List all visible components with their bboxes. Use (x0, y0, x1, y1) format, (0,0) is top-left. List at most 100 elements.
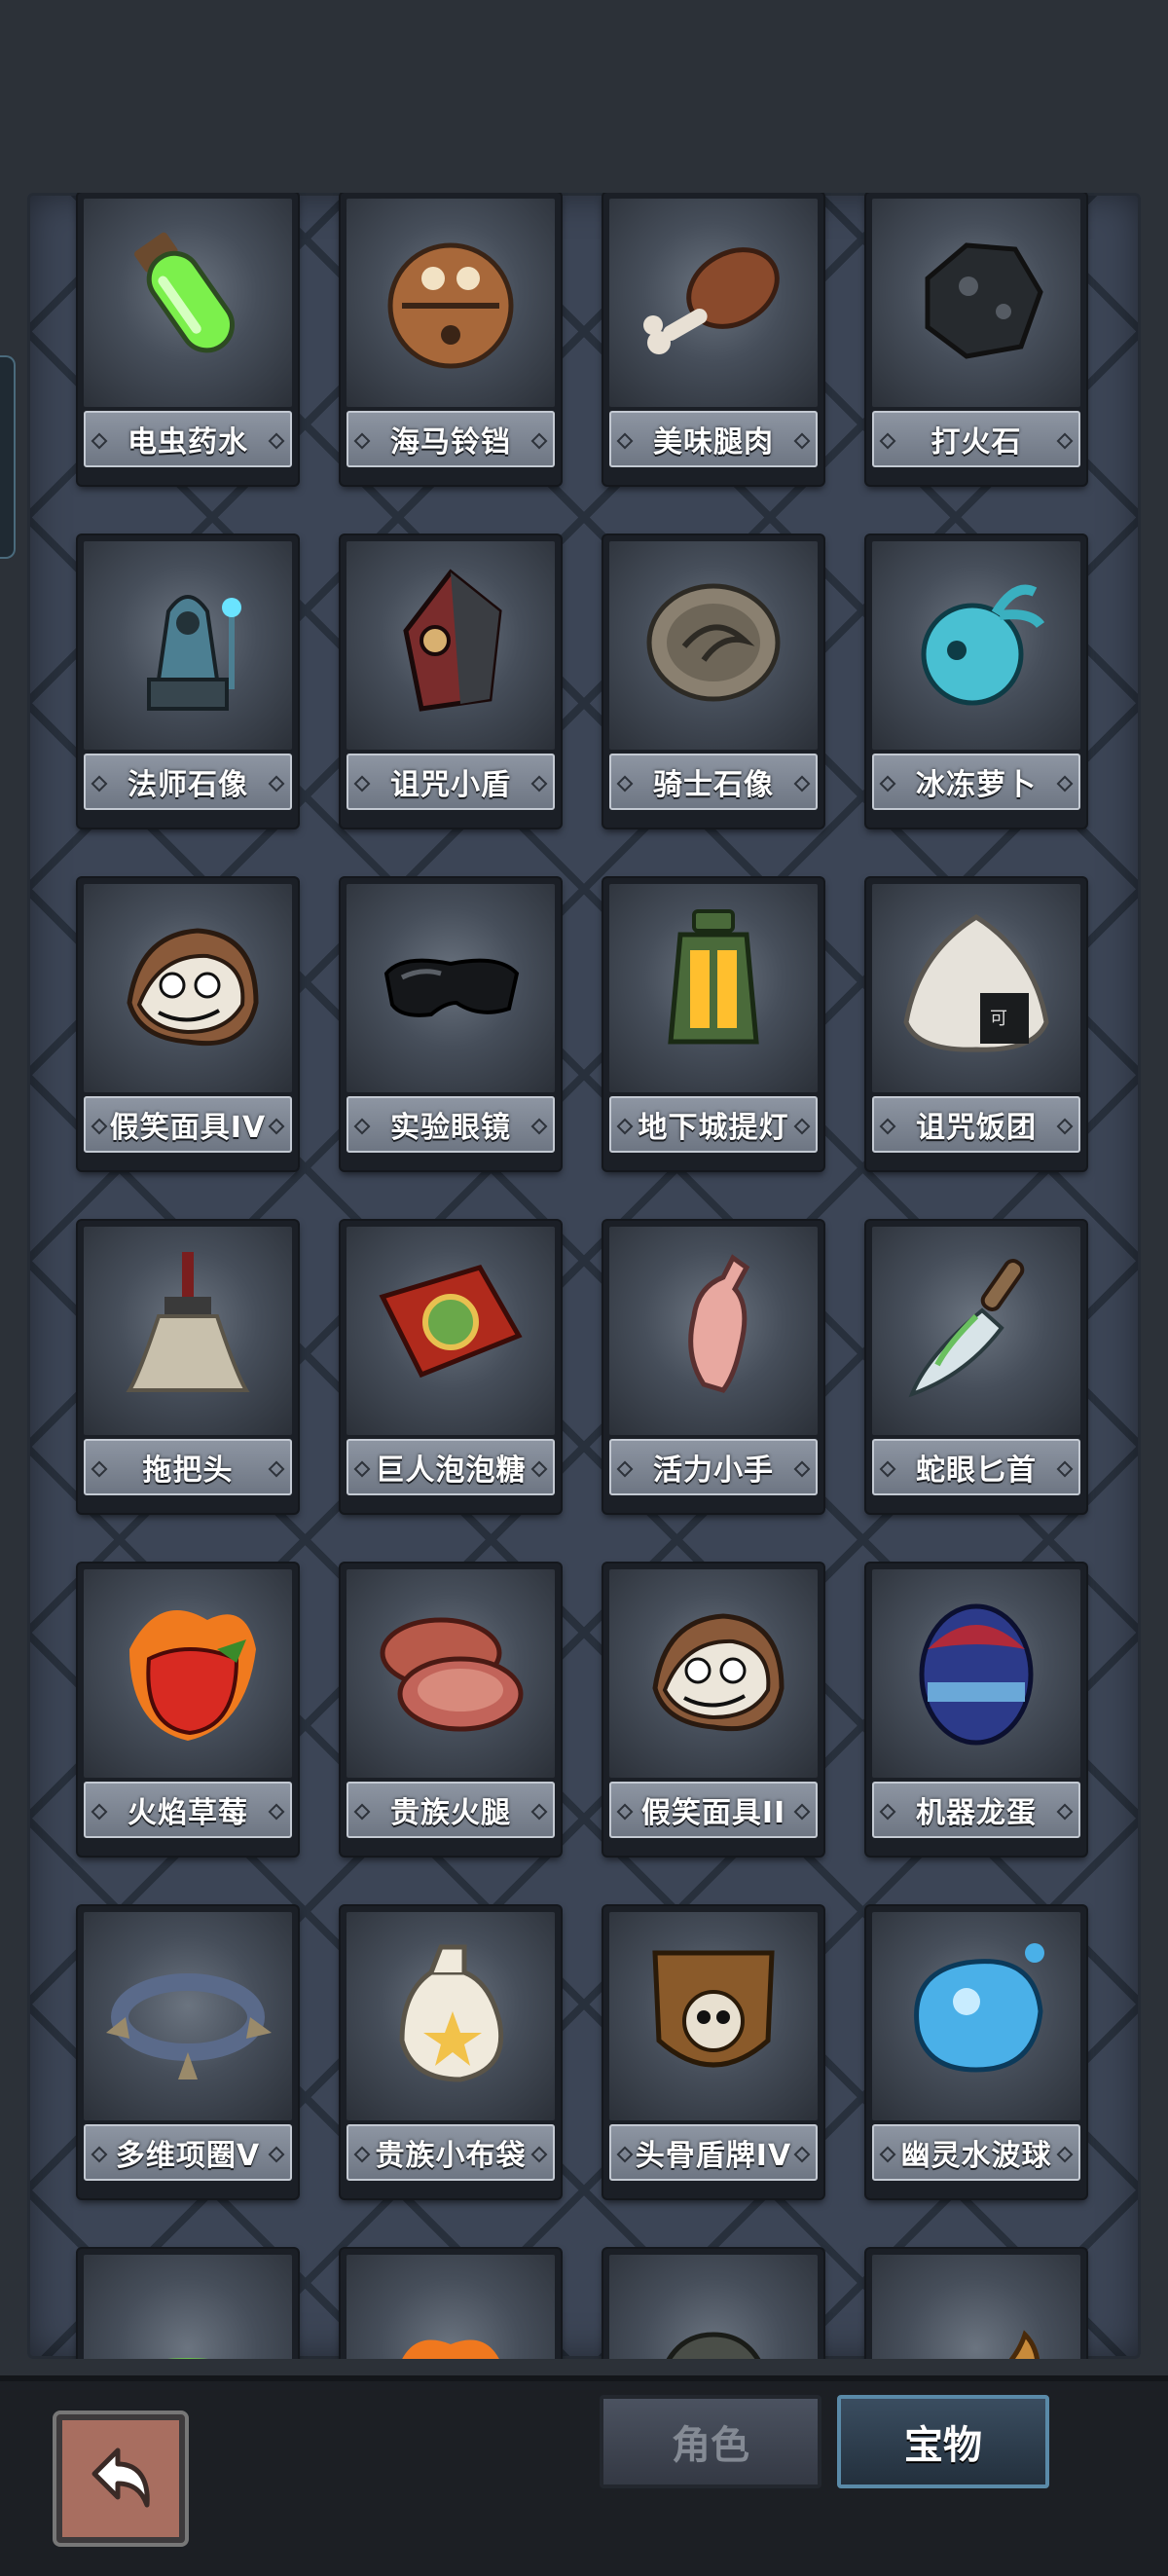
item-art (84, 199, 292, 407)
item-art (609, 1569, 818, 1778)
treasure-card[interactable]: 骑士石像 (603, 535, 823, 828)
item-name-label: 火焰草莓 (84, 1782, 292, 1838)
treasure-card[interactable]: 诅咒小盾 (341, 535, 561, 828)
treasure-card[interactable]: 蛇眼匕首 (866, 1221, 1086, 1513)
treasure-card[interactable]: 活力小手 (603, 1221, 823, 1513)
treasure-card[interactable] (78, 2249, 298, 2359)
treasure-card[interactable]: 头骨盾牌IV (603, 1906, 823, 2198)
skull-shield-icon (652, 1950, 775, 2068)
water-orb-icon (914, 1943, 1044, 2073)
item-name-label: 贵族小布袋 (347, 2124, 555, 2181)
item-art (609, 2255, 818, 2359)
svg-text:可: 可 (990, 1009, 1007, 1029)
treasure-card[interactable]: 可诅咒饭团 (866, 878, 1086, 1170)
mage-statue-icon (147, 595, 241, 711)
side-drawer-handle[interactable] (0, 355, 16, 559)
treasure-card[interactable]: 机器龙蛋 (866, 1564, 1086, 1856)
rune-stone-icon (666, 2332, 761, 2359)
treasure-panel[interactable]: 电虫药水 海马铃铛 美味腿肉 打火石法师石像 诅咒小盾 骑士石像 冰冻萝卜假笑面具IV 实验眼… (27, 193, 1141, 2359)
tab-role[interactable]: 角色 (600, 2395, 821, 2488)
dagger-icon (908, 1259, 1025, 1398)
tab-treasure[interactable]: 宝物 (837, 2395, 1049, 2488)
treasure-card[interactable]: 冰冻萝卜 (866, 535, 1086, 828)
knight-stone-icon (646, 583, 781, 702)
green-potion-icon (134, 232, 236, 353)
item-art (872, 1569, 1080, 1778)
treasure-card[interactable]: 拖把头 (78, 1221, 298, 1513)
item-art (872, 199, 1080, 407)
treasure-card[interactable] (341, 2249, 561, 2359)
item-art (609, 1227, 818, 1435)
item-art (84, 1227, 292, 1435)
item-art (347, 2255, 555, 2359)
item-name-label: 巨人泡泡糖 (347, 1439, 555, 1495)
item-art (347, 1569, 555, 1778)
item-name-label: 贵族火腿 (347, 1782, 555, 1838)
treasure-card[interactable]: 贵族火腿 (341, 1564, 561, 1856)
item-art (347, 541, 555, 750)
back-button[interactable] (56, 2414, 185, 2543)
treasure-card[interactable]: 假笑面具IV (78, 878, 298, 1170)
item-art (347, 884, 555, 1092)
item-art (872, 1912, 1080, 2120)
item-art (347, 1912, 555, 2120)
ham-slices-icon (380, 1617, 524, 1732)
treasure-card[interactable]: 法师石像 (78, 535, 298, 828)
treasure-card[interactable] (603, 2249, 823, 2359)
treasure-card[interactable]: 打火石 (866, 193, 1086, 485)
item-name-label: 海马铃铛 (347, 411, 555, 467)
lantern-icon (668, 909, 759, 1045)
frozen-radish-icon (921, 584, 1045, 706)
cloth-bag-icon (399, 1944, 504, 2082)
robot-egg-icon (919, 1603, 1034, 1746)
item-name-label: 电虫药水 (84, 411, 292, 467)
item-art (872, 2255, 1080, 2359)
mop-head-icon (126, 1252, 250, 1392)
back-arrow-icon (91, 2447, 150, 2508)
treasure-card[interactable]: 实验眼镜 (341, 878, 561, 1170)
item-art (84, 541, 292, 750)
treasure-card[interactable]: 贵族小布袋 (341, 1906, 561, 2198)
item-name-label: 实验眼镜 (347, 1096, 555, 1153)
item-art (609, 884, 818, 1092)
sausage-icon (1008, 2330, 1040, 2359)
item-name-label: 法师石像 (84, 754, 292, 810)
item-name-label: 幽灵水波球 (872, 2124, 1080, 2181)
item-name-label: 假笑面具II (609, 1782, 818, 1838)
item-name-label: 蛇眼匕首 (872, 1439, 1080, 1495)
treasure-card[interactable]: 火焰草莓 (78, 1564, 298, 1856)
item-name-label: 诅咒饭团 (872, 1096, 1080, 1153)
treasure-card[interactable]: 假笑面具II (603, 1564, 823, 1856)
smile-mask-icon (652, 1613, 785, 1732)
goggles-icon (383, 958, 520, 1017)
item-art (84, 2255, 292, 2359)
item-art (609, 541, 818, 750)
cursed-shield-icon (403, 569, 502, 712)
treasure-card[interactable]: 电虫药水 (78, 193, 298, 485)
item-name-label: 地下城提灯 (609, 1096, 818, 1153)
item-name-label: 多维项圈V (84, 2124, 292, 2181)
hand-icon (688, 1254, 750, 1393)
treasure-card[interactable]: 海马铃铛 (341, 193, 561, 485)
treasure-card[interactable]: 巨人泡泡糖 (341, 1221, 561, 1513)
treasure-card[interactable]: 美味腿肉 (603, 193, 823, 485)
item-art (84, 1569, 292, 1778)
item-name-label: 活力小手 (609, 1439, 818, 1495)
item-art (872, 1227, 1080, 1435)
item-name-label: 美味腿肉 (609, 411, 818, 467)
treasure-card[interactable]: 地下城提灯 (603, 878, 823, 1170)
item-art (84, 1912, 292, 2120)
item-art (347, 1227, 555, 1435)
item-name-label: 假笑面具IV (84, 1096, 292, 1153)
meat-leg-icon (643, 247, 780, 354)
top-bar (0, 0, 1168, 190)
treasure-card[interactable] (866, 2249, 1086, 2359)
item-art (609, 1912, 818, 2120)
treasure-card[interactable]: 多维项圈V (78, 1906, 298, 2198)
item-art: 可 (872, 884, 1080, 1092)
treasure-card[interactable]: 幽灵水波球 (866, 1906, 1086, 2198)
fire-heart-icon (402, 2339, 499, 2359)
item-name-label: 头骨盾牌IV (609, 2124, 818, 2181)
spiked-collar-icon (106, 1973, 272, 2079)
item-name-label: 拖把头 (84, 1439, 292, 1495)
